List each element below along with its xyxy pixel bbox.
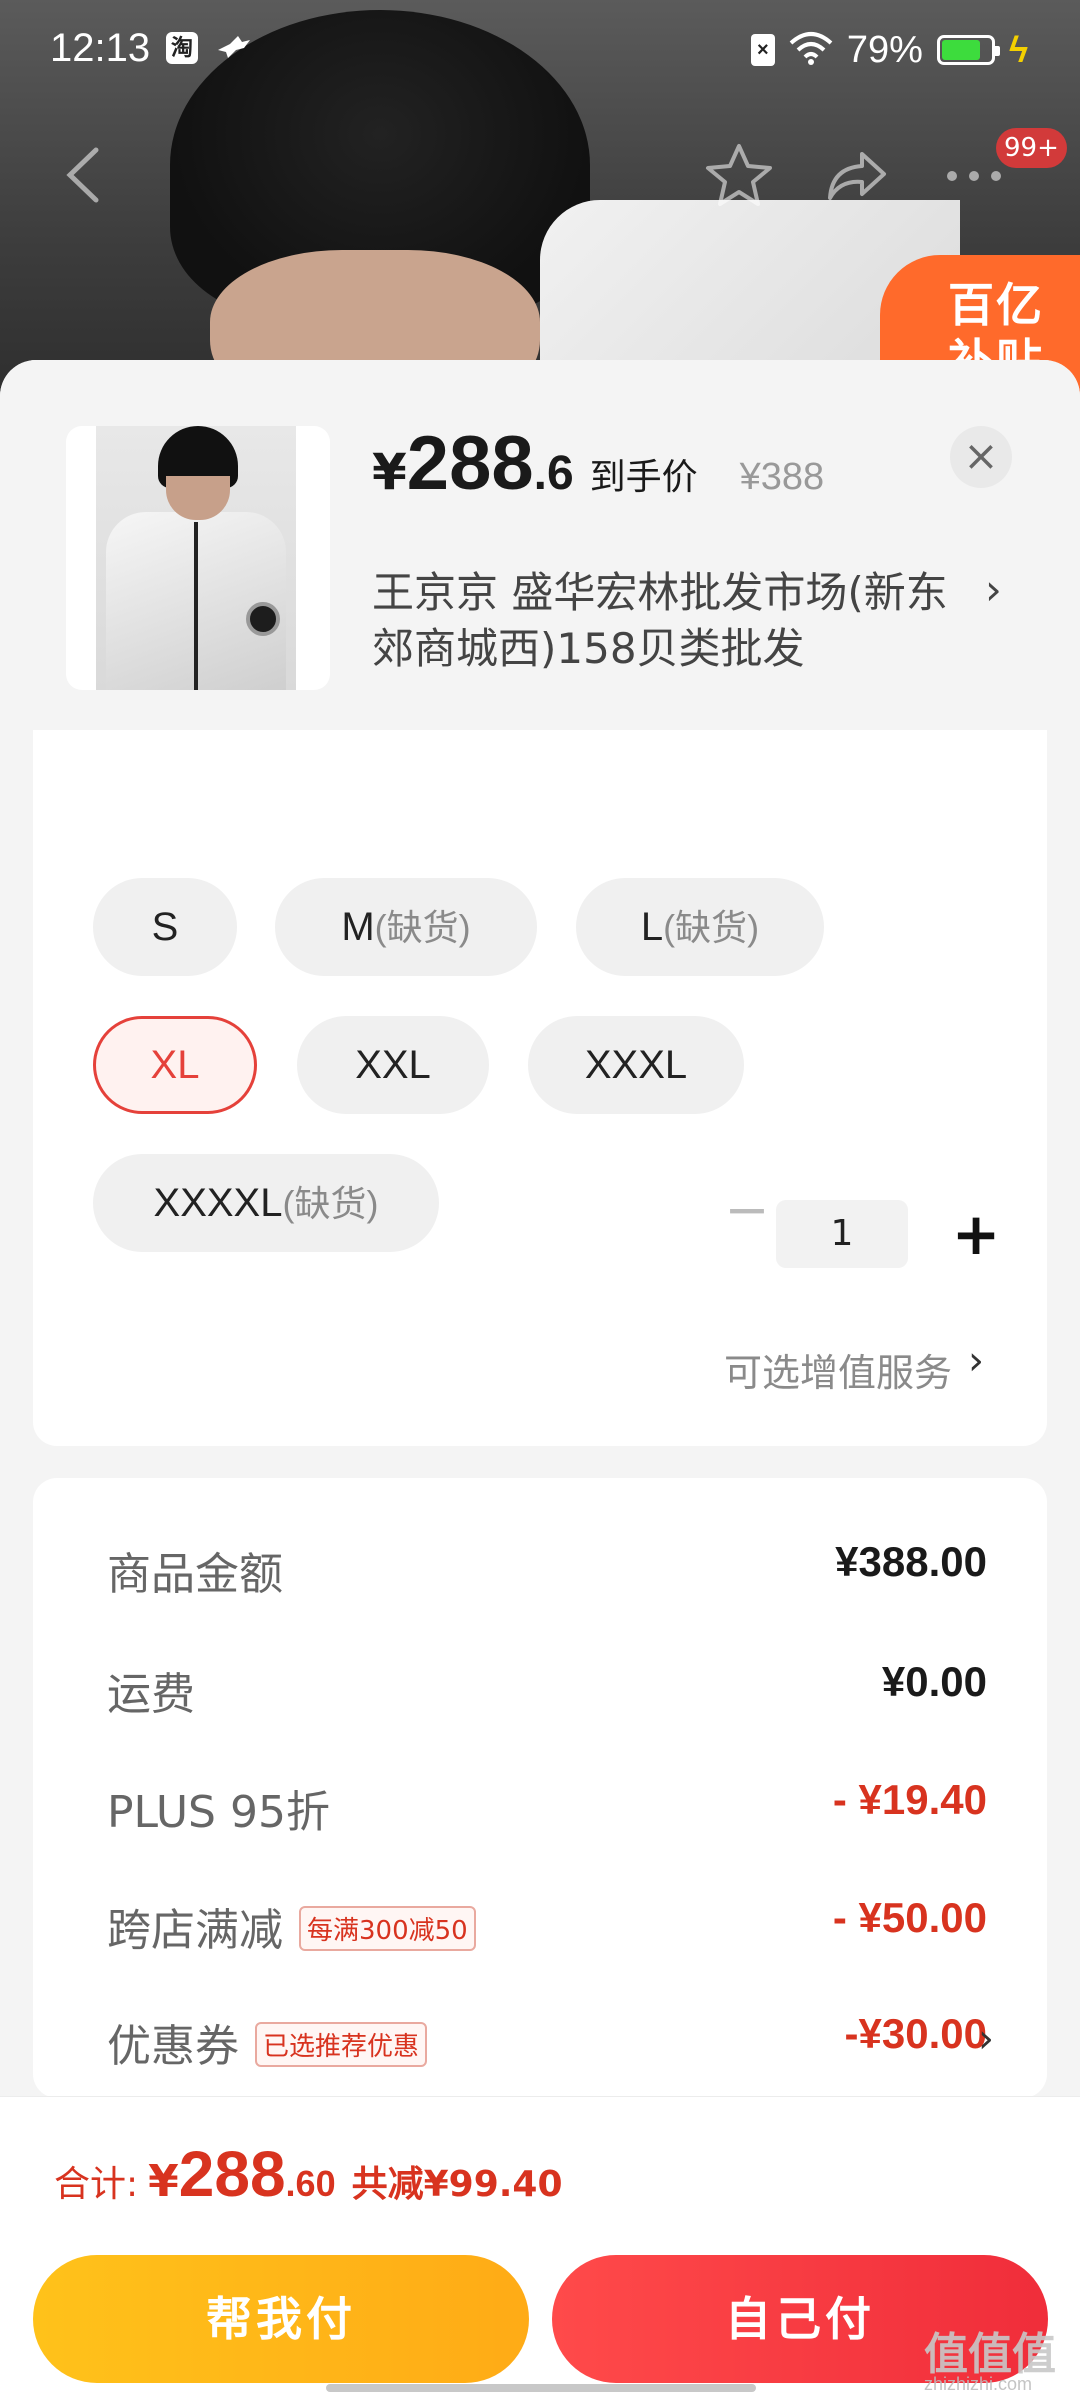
back-icon[interactable] [54, 140, 114, 210]
summary-label: 运费 [107, 1669, 195, 1720]
site-watermark-url: zhizhizhi.com [924, 2374, 1033, 2394]
bird-notification-icon [216, 34, 252, 67]
price-symbol: ¥ [372, 443, 407, 501]
product-thumbnail[interactable] [66, 426, 330, 690]
original-price: ¥388 [739, 456, 825, 498]
wifi-icon [789, 31, 833, 70]
summary-value: -¥30.00 [844, 2010, 987, 2057]
quantity-decrease-button[interactable]: − [712, 1182, 782, 1242]
charging-bolt-icon: ϟ [1008, 29, 1028, 70]
coupon-status-tag: 已选推荐优惠 [255, 2022, 428, 2067]
size-option-m[interactable]: M(缺货) [275, 878, 537, 976]
summary-value: - ¥50.00 [832, 1894, 987, 1941]
message-count-badge: 99+ [996, 128, 1067, 168]
total-symbol: ¥ [148, 2156, 179, 2207]
price-summary-card: 商品金额 ¥388.00 运费 ¥0.00 PLUS 95折 - ¥19.40 … [33, 1478, 1047, 2098]
size-option-xl[interactable]: XL [93, 1016, 257, 1114]
summary-label-with-tag: 跨店满减 每满300减50 [107, 1894, 476, 1958]
summary-row-shipping: 运费 ¥0.00 [107, 1658, 987, 1720]
size-option-s[interactable]: S [93, 878, 237, 976]
price-decimal: .6 [533, 447, 574, 500]
size-label: XL [150, 1043, 200, 1087]
thumbnail-zip [194, 522, 198, 690]
size-option-xxl[interactable]: XXL [297, 1016, 489, 1114]
summary-value: ¥388.00 [835, 1538, 987, 1585]
size-label: S [151, 905, 179, 949]
size-option-xxxl[interactable]: XXXL [528, 1016, 744, 1114]
summary-label: 跨店满减 [107, 1905, 283, 1956]
thumbnail-image [96, 426, 296, 690]
summary-row-plus-discount: PLUS 95折 - ¥19.40 [107, 1776, 987, 1838]
quantity-input[interactable]: 1 [776, 1200, 908, 1268]
sku-selection-page: 百亿补贴 12:13 淘 × 79% ϟ [0, 0, 1080, 2400]
summary-row-goods: 商品金额 ¥388.00 [107, 1538, 987, 1600]
options-card: S M(缺货) L(缺货) XL XXL XXXL XXXXL(缺货) [33, 730, 1047, 1446]
total-row: 合计: ¥ 288 .60 共减¥99.40 [54, 2137, 563, 2211]
sheet-header: ¥ 288 .6 到手价 ¥388 × 王京京 盛华宏林批发市场(新东郊商城西)… [0, 360, 1080, 730]
total-decimal: .60 [285, 2163, 336, 2204]
status-indicators: × 79% ϟ [750, 28, 1028, 72]
size-note: (缺货) [282, 1183, 379, 1224]
summary-row-store-discount: 跨店满减 每满300减50 - ¥50.00 [107, 1894, 987, 1956]
star-icon[interactable] [704, 140, 774, 210]
close-button[interactable]: × [950, 426, 1012, 488]
summary-value: ¥0.00 [881, 1658, 987, 1705]
battery-percent: 79% [846, 28, 923, 71]
summary-label-with-tag: 优惠券 已选推荐优惠 [107, 2010, 428, 2074]
size-option-l[interactable]: L(缺货) [576, 878, 824, 976]
service-chevron-icon[interactable]: › [968, 1338, 984, 1384]
checkout-bar: 合计: ¥ 288 .60 共减¥99.40 帮我付 自己付 [0, 2096, 1080, 2400]
store-chevron-icon[interactable]: › [985, 565, 1002, 614]
close-icon: × [963, 431, 999, 480]
discount-rule-tag: 每满300减50 [299, 1906, 476, 1951]
help-pay-button[interactable]: 帮我付 [33, 2255, 529, 2383]
size-note: (缺货) [663, 907, 760, 948]
site-watermark: 值值值 [924, 2329, 1056, 2380]
store-name[interactable]: 王京京 盛华宏林批发市场(新东郊商城西)158贝类批发 [372, 565, 972, 677]
taobao-notification-icon: 淘 [166, 32, 198, 64]
summary-label: 优惠券 [107, 2021, 239, 2072]
total-saved: 共减¥99.40 [351, 2164, 563, 2205]
size-label: M [341, 905, 375, 949]
summary-row-coupon[interactable]: 优惠券 已选推荐优惠 -¥30.00 [107, 2010, 987, 2072]
battery-icon [936, 35, 1000, 65]
status-time: 12:13 [50, 26, 151, 70]
battery-tip [994, 46, 1000, 56]
final-price-tag: 到手价 [589, 457, 698, 498]
thumbnail-patch [246, 602, 280, 636]
sim-off-icon: × [750, 34, 775, 66]
quantity-increase-button[interactable]: + [944, 1200, 1008, 1270]
battery-fill [941, 40, 980, 60]
size-label: XXXXL [153, 1181, 283, 1225]
home-indicator[interactable] [326, 2384, 756, 2392]
size-label: XXL [355, 1043, 431, 1087]
status-bar: 12:13 淘 × 79% ϟ [0, 0, 1080, 100]
service-value[interactable]: 可选增值服务 [724, 1342, 952, 1397]
price-row: ¥ 288 .6 到手价 ¥388 [372, 420, 824, 507]
price-integer: 288 [406, 421, 534, 506]
summary-label: 商品金额 [107, 1549, 283, 1600]
summary-value: - ¥19.40 [832, 1776, 987, 1823]
size-label: XXXL [584, 1043, 688, 1087]
coupon-chevron-icon[interactable]: › [978, 2016, 994, 2062]
summary-label: PLUS 95折 [107, 1787, 330, 1838]
total-label: 合计: [54, 2164, 139, 2205]
share-icon[interactable] [822, 140, 892, 210]
size-option-xxxxl[interactable]: XXXXL(缺货) [93, 1154, 439, 1252]
total-integer: 288 [178, 2138, 286, 2210]
size-note: (缺货) [374, 907, 471, 948]
size-label: L [640, 905, 664, 949]
